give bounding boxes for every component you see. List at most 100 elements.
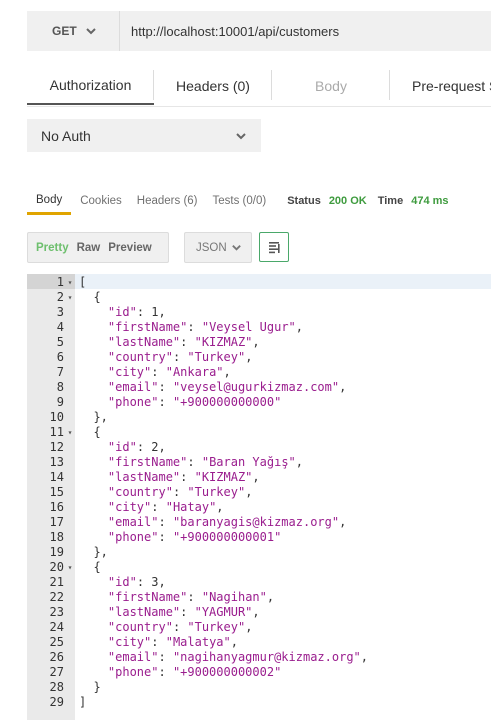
code-line: 23 "lastName": "YAGMUR", xyxy=(27,605,491,620)
line-number: 25 xyxy=(49,635,64,649)
code-line: 24 "country": "Turkey", xyxy=(27,620,491,635)
json-key: "id" xyxy=(107,575,137,589)
request-tabs: Authorization Headers (0) Body Pre-reque… xyxy=(27,66,491,107)
line-number: 27 xyxy=(49,665,64,679)
tab-body[interactable]: Body xyxy=(272,66,390,105)
tab-label: Headers (0) xyxy=(176,77,250,94)
request-bar: GET http://localhost:10001/api/customers xyxy=(27,11,491,51)
tab-response-headers[interactable]: Headers (6) xyxy=(137,187,198,215)
url-input[interactable]: http://localhost:10001/api/customers xyxy=(120,11,491,51)
tab-response-body[interactable]: Body xyxy=(27,187,72,215)
line-number: 26 xyxy=(49,650,64,664)
line-number: 20 xyxy=(49,560,64,574)
code-text: "country": "Turkey", xyxy=(107,620,253,634)
line-number: 15 xyxy=(49,485,64,499)
fold-toggle-icon[interactable]: ▾ xyxy=(66,290,74,305)
code-line: 6 "country": "Turkey", xyxy=(27,350,491,365)
code-text: "email": "nagihanyagmur@kizmaz.org", xyxy=(107,650,369,664)
response-tabs: Body Cookies Headers (6) Tests (0/0) Sta… xyxy=(27,186,491,216)
json-string-value: "Baran Yağış" xyxy=(201,455,296,469)
json-key: "phone" xyxy=(107,395,159,409)
code-line: 14 "lastName": "KIZMAZ", xyxy=(27,470,491,485)
line-number: 3 xyxy=(56,305,64,319)
code-line: 25 "city": "Malatya", xyxy=(27,635,491,650)
code-text: "phone": "+900000000001" xyxy=(107,530,282,544)
code-line: 9 "phone": "+900000000000" xyxy=(27,395,491,410)
json-number-value: 2 xyxy=(151,440,159,454)
json-key: "lastName" xyxy=(107,605,181,619)
line-number: 28 xyxy=(49,680,64,694)
json-string-value: "baranyagis@kizmaz.org" xyxy=(172,515,340,529)
json-key: "country" xyxy=(107,485,173,499)
code-line: 13 "firstName": "Baran Yağış", xyxy=(27,455,491,470)
tab-pre-request-script[interactable]: Pre-request S xyxy=(390,66,491,105)
code-text: "lastName": "KIZMAZ", xyxy=(107,335,260,349)
json-key: "id" xyxy=(107,440,137,454)
code-text: "country": "Turkey", xyxy=(107,350,253,364)
json-key: "country" xyxy=(107,620,173,634)
code-line: 8 "email": "veysel@ugurkizmaz.com", xyxy=(27,380,491,395)
json-string-value: "+900000000001" xyxy=(172,530,282,544)
json-number-value: 1 xyxy=(151,305,159,319)
auth-type-label: No Auth xyxy=(41,127,91,144)
fold-toggle-icon[interactable]: ▾ xyxy=(66,560,74,575)
tab-label: Body xyxy=(315,77,347,94)
json-key: "city" xyxy=(107,365,152,379)
code-text: "lastName": "YAGMUR", xyxy=(107,605,260,619)
code-text: "email": "veysel@ugurkizmaz.com", xyxy=(107,380,347,394)
format-select[interactable]: JSON xyxy=(184,232,252,263)
code-text: "city": "Ankara", xyxy=(107,365,231,379)
line-number: 7 xyxy=(56,365,64,379)
line-number: 13 xyxy=(49,455,64,469)
code-text: "phone": "+900000000002" xyxy=(107,665,282,679)
fold-toggle-icon[interactable]: ▾ xyxy=(66,425,74,440)
raw-button[interactable]: Raw xyxy=(73,242,105,254)
line-number: 22 xyxy=(49,590,64,604)
line-number: 10 xyxy=(49,410,64,424)
preview-button[interactable]: Preview xyxy=(104,242,155,254)
code-line: 20 ▾ { xyxy=(27,560,491,575)
code-text: "city": "Malatya", xyxy=(107,635,238,649)
view-mode-group: Pretty Raw Preview xyxy=(27,232,169,263)
line-number: 16 xyxy=(49,500,64,514)
wrap-lines-button[interactable] xyxy=(259,232,289,262)
auth-type-select[interactable]: No Auth xyxy=(27,119,261,152)
json-string-value: "Hatay" xyxy=(165,500,217,514)
tab-label: Headers (6) xyxy=(136,195,198,207)
code-text: "phone": "+900000000000" xyxy=(107,395,282,409)
code-line: 26 "email": "nagihanyagmur@kizmaz.org", xyxy=(27,650,491,665)
tab-cookies[interactable]: Cookies xyxy=(80,187,122,215)
method-select[interactable]: GET xyxy=(27,11,120,51)
line-number: 9 xyxy=(56,395,64,409)
line-number: 21 xyxy=(49,575,64,589)
code-line: 10 }, xyxy=(27,410,491,425)
format-label: JSON xyxy=(196,241,227,254)
json-string-value: "+900000000002" xyxy=(172,665,282,679)
code-line: 29] xyxy=(27,695,491,710)
json-key: "phone" xyxy=(107,665,159,679)
json-key: "phone" xyxy=(107,530,159,544)
code-line: 2 ▾ { xyxy=(27,290,491,305)
code-line: 15 "country": "Turkey", xyxy=(27,485,491,500)
tab-headers[interactable]: Headers (0) xyxy=(154,66,272,105)
tab-tests[interactable]: Tests (0/0) xyxy=(213,187,267,215)
response-editor[interactable]: 1 ▾[2 ▾ {3 "id": 1, 4 "firstName": "Veysel … xyxy=(27,274,491,720)
json-key: "firstName" xyxy=(107,455,188,469)
json-number-value: 3 xyxy=(151,575,159,589)
line-number: 19 xyxy=(49,545,64,559)
line-number: 17 xyxy=(49,515,64,529)
json-key: "lastName" xyxy=(107,470,181,484)
fold-toggle-icon[interactable]: ▾ xyxy=(66,275,74,290)
code-text: { xyxy=(79,425,101,439)
tabs-divider xyxy=(27,106,491,107)
code-text: "lastName": "KIZMAZ", xyxy=(107,470,260,484)
time-label: Time xyxy=(377,195,404,207)
tab-authorization[interactable]: Authorization xyxy=(27,66,154,105)
code-text: "id": 3, xyxy=(107,575,166,589)
line-number: 1 xyxy=(56,275,64,289)
code-text: "firstName": "Veysel Ugur", xyxy=(107,320,303,334)
tab-label: Authorization xyxy=(49,76,132,93)
code-text: }, xyxy=(79,545,108,559)
line-number: 24 xyxy=(49,620,64,634)
pretty-button[interactable]: Pretty xyxy=(28,242,73,254)
